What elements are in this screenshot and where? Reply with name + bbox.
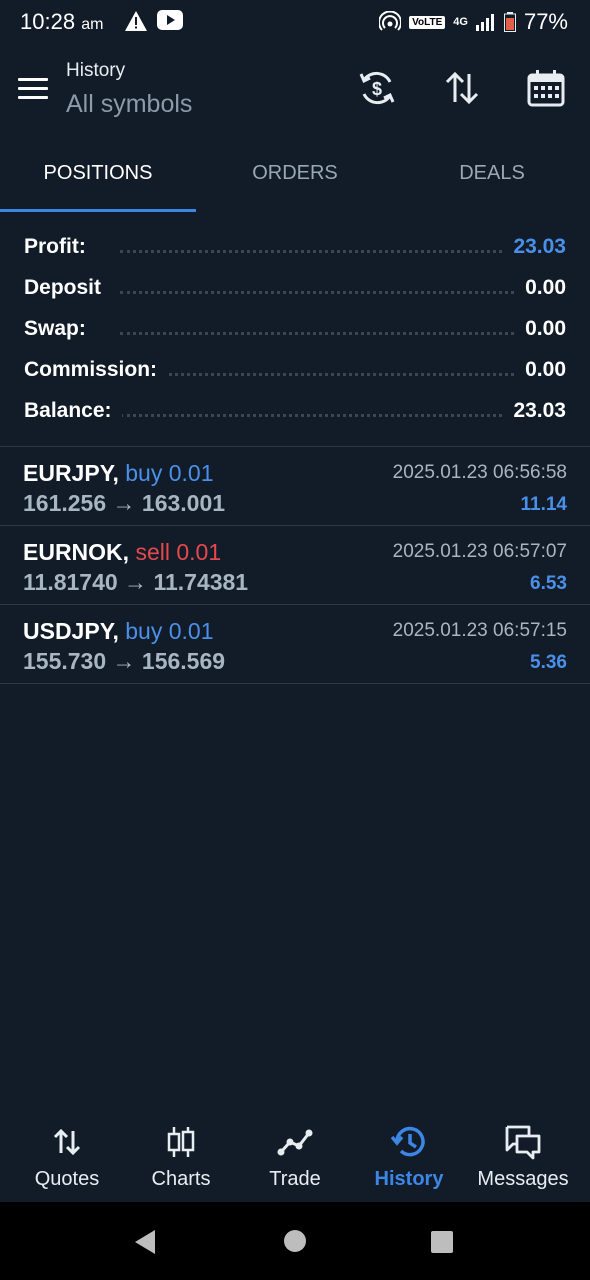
page-title: History — [66, 60, 126, 81]
nav-charts[interactable]: Charts — [122, 1112, 240, 1191]
summary-label: Profit: — [24, 235, 96, 259]
svg-text:$: $ — [372, 79, 382, 99]
bottom-nav: Quotes Charts Trade History Messages — [0, 1112, 590, 1202]
summary-label: Deposit — [24, 276, 112, 300]
nav-label: Quotes — [34, 1168, 100, 1190]
menu-icon[interactable] — [18, 78, 48, 105]
currency-exchange-icon[interactable]: $ — [357, 68, 397, 108]
active-tab-indicator — [0, 209, 196, 212]
nav-label: History — [374, 1168, 444, 1190]
tab-orders[interactable]: ORDERS — [197, 162, 393, 185]
dotted-leader — [120, 250, 562, 253]
app-header: History All symbols $ — [0, 50, 590, 138]
nav-history[interactable]: History — [350, 1112, 468, 1191]
network-type: 4G — [453, 16, 468, 28]
dotted-leader — [120, 373, 562, 376]
deal-prices: 155.730 → 156.569 — [23, 648, 226, 674]
system-nav-bar — [0, 1202, 590, 1280]
nav-trade[interactable]: Trade — [236, 1112, 354, 1191]
deal-side: sell 0.01 — [135, 539, 222, 565]
hotspot-icon — [379, 11, 402, 31]
summary-label: Commission: — [24, 358, 168, 382]
dotted-leader — [120, 291, 562, 294]
deal-side: buy 0.01 — [125, 460, 214, 486]
charts-icon — [167, 1127, 195, 1157]
status-right: VoLTE 4G 77% — [379, 9, 568, 35]
battery-level: 77% — [523, 9, 568, 34]
summary-value: 0.00 — [515, 276, 566, 300]
summary-row-balance: Balance: 23.03 — [0, 390, 590, 431]
youtube-icon — [157, 10, 183, 30]
deal-profit: 5.36 — [530, 652, 567, 673]
nav-label: Messages — [477, 1168, 569, 1190]
divider — [0, 604, 590, 605]
dotted-leader — [120, 414, 562, 417]
calendar-icon[interactable] — [526, 68, 566, 108]
recents-icon[interactable] — [430, 1230, 454, 1254]
summary-row-swap: Swap: 0.00 — [0, 308, 590, 349]
messages-icon — [505, 1125, 541, 1160]
deal-profit: 11.14 — [520, 494, 568, 515]
deal-prices: 161.256 → 163.001 — [23, 490, 226, 516]
deal-time: 2025.01.23 06:57:15 — [392, 620, 567, 641]
quotes-icon — [53, 1128, 81, 1156]
history-tabs: POSITIONS ORDERS DEALS — [0, 152, 590, 214]
divider — [0, 446, 590, 447]
deal-prices: 11.81740 → 11.74381 — [23, 569, 249, 595]
back-icon[interactable] — [133, 1229, 157, 1255]
summary-value: 0.00 — [515, 358, 566, 382]
symbol-filter[interactable]: All symbols — [66, 90, 192, 119]
dotted-leader — [120, 332, 562, 335]
summary-value: 0.00 — [515, 317, 566, 341]
tab-deals[interactable]: DEALS — [394, 162, 590, 185]
deal-symbol: USDJPY, — [23, 618, 119, 644]
list-item[interactable]: EURJPY, buy 0.01 161.256 → 163.001 2025.… — [0, 448, 590, 526]
home-icon[interactable] — [283, 1229, 307, 1253]
battery-icon — [503, 12, 516, 32]
deal-symbol: EURJPY, — [23, 460, 119, 486]
volte-badge: VoLTE — [409, 15, 446, 29]
tab-positions[interactable]: POSITIONS — [0, 162, 196, 185]
status-time: 10:28 am — [20, 9, 104, 34]
status-bar: 10:28 am VoLTE 4G 77% — [0, 0, 590, 44]
divider — [0, 683, 590, 684]
sort-icon[interactable] — [442, 68, 482, 108]
deal-time: 2025.01.23 06:57:07 — [392, 541, 567, 562]
summary-value: 23.03 — [503, 235, 566, 259]
list-item[interactable]: USDJPY, buy 0.01 155.730 → 156.569 2025.… — [0, 606, 590, 684]
summary-value: 23.03 — [503, 399, 566, 423]
deal-time: 2025.01.23 06:56:58 — [392, 462, 567, 483]
trade-icon — [277, 1129, 313, 1156]
summary-label: Swap: — [24, 317, 96, 341]
list-item[interactable]: EURNOK, sell 0.01 11.81740 → 11.74381 20… — [0, 527, 590, 605]
summary-row-profit: Profit: 23.03 — [0, 226, 590, 267]
warning-icon — [125, 11, 147, 31]
nav-messages[interactable]: Messages — [464, 1112, 582, 1191]
deal-symbol: EURNOK, — [23, 539, 130, 565]
nav-label: Charts — [151, 1168, 211, 1190]
summary-label: Balance: — [24, 399, 122, 423]
summary-panel: Profit: 23.03 Deposit 0.00 Swap: 0.00 Commi… — [0, 226, 590, 431]
deal-profit: 6.53 — [530, 573, 567, 594]
divider — [0, 525, 590, 526]
summary-row-deposit: Deposit 0.00 — [0, 267, 590, 308]
deal-side: buy 0.01 — [125, 618, 214, 644]
history-icon — [391, 1126, 425, 1157]
signal-icon — [475, 14, 494, 31]
summary-row-commission: Commission: 0.00 — [0, 349, 590, 390]
nav-label: Trade — [269, 1168, 321, 1190]
nav-quotes[interactable]: Quotes — [8, 1112, 126, 1191]
